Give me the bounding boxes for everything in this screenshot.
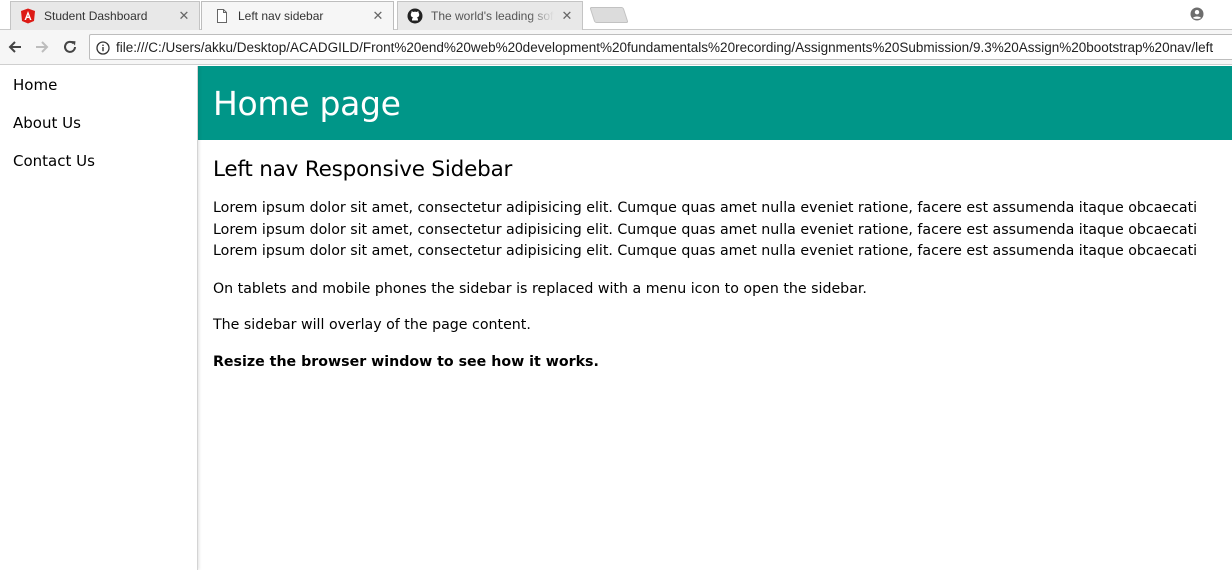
new-tab-button[interactable] xyxy=(589,7,629,23)
tablets-paragraph: On tablets and mobile phones the sidebar… xyxy=(213,280,867,297)
sidebar-item-contact-us[interactable]: Contact Us xyxy=(0,142,197,180)
browser-tab-strip: Student Dashboard ✕ Left nav sidebar ✕ T… xyxy=(0,0,1232,30)
tab-title: Student Dashboard xyxy=(44,9,148,23)
lorem-line: Lorem ipsum dolor sit amet, consectetur … xyxy=(213,200,1198,216)
resize-paragraph: Resize the browser window to see how it … xyxy=(213,353,599,370)
info-icon[interactable] xyxy=(96,40,110,55)
page-title: Home page xyxy=(213,84,401,123)
page-header: Home page xyxy=(198,66,1232,140)
tab-left-nav-sidebar[interactable]: Left nav sidebar ✕ xyxy=(201,1,394,30)
tab-github[interactable]: The world's leading softw ✕ xyxy=(397,1,583,30)
web-page: Home About Us Contact Us Home page Left … xyxy=(0,66,1232,570)
tab-title: Left nav sidebar xyxy=(238,9,324,23)
angular-icon xyxy=(20,8,36,24)
profile-icon[interactable] xyxy=(1190,6,1204,21)
page-icon xyxy=(214,8,230,24)
close-icon[interactable]: ✕ xyxy=(371,9,385,23)
url-text: file:///C:/Users/akku/Desktop/ACADGILD/F… xyxy=(116,39,1214,55)
close-icon[interactable]: ✕ xyxy=(177,9,191,23)
overlay-paragraph: The sidebar will overlay of the page con… xyxy=(213,317,531,333)
section-heading: Left nav Responsive Sidebar xyxy=(213,157,513,182)
tab-student-dashboard[interactable]: Student Dashboard ✕ xyxy=(10,1,200,30)
back-arrow-icon[interactable] xyxy=(6,38,24,56)
tab-title: The world's leading softw xyxy=(431,9,554,23)
content-body: Left nav Responsive Sidebar Lorem ipsum … xyxy=(198,140,1232,373)
reload-icon[interactable] xyxy=(61,38,79,56)
address-bar[interactable]: file:///C:/Users/akku/Desktop/ACADGILD/F… xyxy=(89,34,1232,60)
main-content: Home page Left nav Responsive Sidebar Lo… xyxy=(198,66,1232,570)
left-sidebar: Home About Us Contact Us xyxy=(0,66,198,570)
lorem-paragraph: Lorem ipsum dolor sit amet, consectetur … xyxy=(213,198,1232,263)
close-icon[interactable]: ✕ xyxy=(560,9,574,23)
lorem-line: Lorem ipsum dolor sit amet, consectetur … xyxy=(213,221,1198,238)
browser-toolbar: file:///C:/Users/akku/Desktop/ACADGILD/F… xyxy=(0,30,1232,65)
forward-arrow-icon[interactable] xyxy=(33,38,51,56)
lorem-line: Lorem ipsum dolor sit amet, consectetur … xyxy=(213,243,1198,259)
github-icon xyxy=(407,8,423,24)
sidebar-item-home[interactable]: Home xyxy=(0,66,197,104)
sidebar-item-about-us[interactable]: About Us xyxy=(0,104,197,142)
